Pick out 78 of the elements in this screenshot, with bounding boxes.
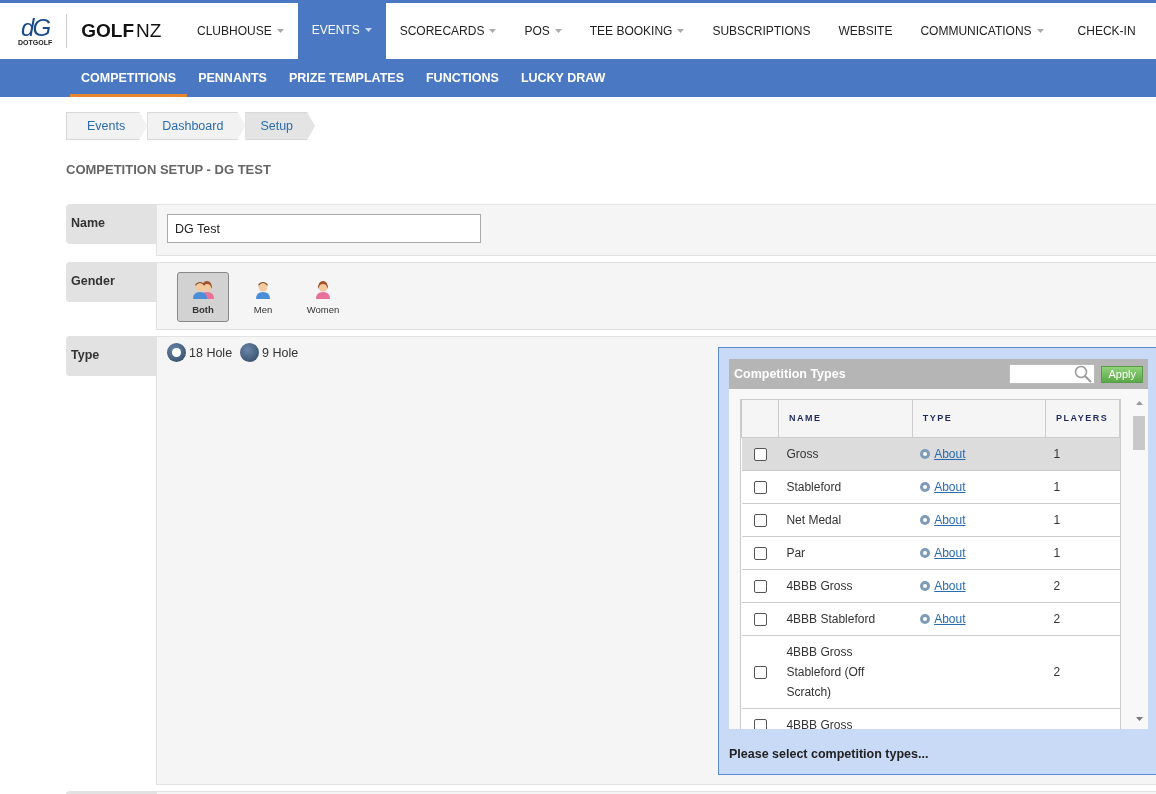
checkbox[interactable]	[753, 480, 767, 494]
table-cell: 4BBB Stableford	[786, 611, 876, 626]
table-cell: Net Medal	[786, 512, 842, 527]
about-link[interactable]: About	[934, 446, 966, 461]
nav-tab[interactable]: CLUBHOUSE	[183, 3, 298, 59]
caret-icon	[489, 29, 497, 33]
nav-tab[interactable]: COMMUNICATIONS	[906, 3, 1058, 59]
help-icon	[920, 613, 931, 624]
nav-tab[interactable]: EVENTS	[297, 0, 386, 59]
gender-option[interactable]: Women	[297, 272, 349, 322]
nav-tab[interactable]: POS	[510, 3, 576, 59]
column-header: TYPE	[912, 400, 1046, 437]
subnav-tab[interactable]: PRIZE TEMPLATES	[277, 59, 415, 97]
table-cell: 1	[1053, 479, 1061, 494]
about-link[interactable]: About	[934, 512, 966, 527]
nav-tab[interactable]: TEE BOOKING	[575, 3, 699, 59]
breadcrumb-link[interactable]: Events	[66, 112, 148, 140]
couple-icon	[192, 279, 214, 300]
search-icon	[1074, 365, 1093, 383]
caret-icon	[677, 29, 685, 33]
subnav-tab[interactable]: PENNANTS	[187, 59, 278, 97]
column-header: PLAYERS	[1045, 400, 1120, 437]
subnav-tab[interactable]: COMPETITIONS	[70, 59, 188, 97]
help-icon	[920, 514, 931, 525]
table-cell: 2	[1053, 664, 1061, 679]
hint-text: Please select competition types...	[729, 746, 930, 761]
caret-icon	[554, 29, 562, 33]
table-cell: 2	[1053, 611, 1061, 626]
panel-title: Competition Types	[734, 367, 847, 381]
checkbox[interactable]	[753, 579, 767, 593]
table-cell: 1	[1053, 446, 1061, 461]
subnav-tab[interactable]: FUNCTIONS	[415, 59, 510, 97]
caret-icon	[276, 29, 284, 33]
subnav-tab[interactable]: LUCKY DRAW	[509, 59, 617, 97]
checkbox[interactable]	[753, 513, 767, 527]
field-label: Type	[66, 336, 156, 376]
table-cell: 4BBB Gross Stableford (Off Scratch)	[786, 644, 865, 699]
table-cell: 1	[1053, 545, 1061, 560]
caret-icon	[1036, 29, 1044, 33]
nav-tab[interactable]: WEBSITE	[824, 3, 907, 59]
breadcrumb-link[interactable]: Dashboard	[147, 112, 246, 140]
search-field[interactable]	[1009, 364, 1096, 384]
checkbox[interactable]	[753, 612, 767, 626]
radio-option[interactable]: 18 Hole	[167, 343, 233, 362]
help-icon	[920, 547, 931, 558]
gender-option[interactable]: Men	[237, 272, 289, 322]
caret-icon	[364, 27, 372, 32]
checkbox[interactable]	[753, 718, 767, 729]
about-link[interactable]: About	[934, 578, 966, 593]
name-field[interactable]: DG Test	[167, 214, 481, 243]
about-link[interactable]: About	[934, 545, 966, 560]
help-icon	[920, 481, 931, 492]
checkbox[interactable]	[753, 447, 767, 461]
about-link[interactable]: About	[934, 479, 966, 494]
breadcrumb-link[interactable]: Setup	[245, 112, 316, 140]
checkbox[interactable]	[753, 665, 767, 679]
table-cell: Gross	[786, 446, 819, 461]
scrollbar-thumb[interactable]	[1133, 416, 1145, 450]
table-cell: 4BBB Gross	[786, 717, 853, 729]
nav-tab[interactable]: SUBSCRIPTIONS	[698, 3, 825, 59]
help-icon	[920, 580, 931, 591]
help-icon	[920, 448, 931, 459]
table-cell: 2	[1053, 578, 1061, 593]
radio-option[interactable]: 9 Hole	[240, 343, 299, 362]
checkbox[interactable]	[753, 546, 767, 560]
table-cell: 1	[1053, 512, 1061, 527]
gender-option[interactable]: Both	[177, 272, 229, 322]
table-cell: 4BBB Gross	[786, 578, 853, 593]
nav-tab[interactable]: SCORECARDS	[385, 3, 511, 59]
about-link[interactable]: About	[934, 611, 966, 626]
golfnz-logo: GOLFNZ	[81, 20, 162, 42]
page-title: COMPETITION SETUP - DG TEST	[66, 162, 272, 177]
field-label: Name	[66, 204, 156, 244]
nav-tab[interactable]: CHECK-IN	[1057, 3, 1156, 59]
column-header: NAME	[778, 400, 913, 437]
table-cell: Stableford	[786, 479, 842, 494]
table-cell: Par	[786, 545, 806, 560]
field-label: Gender	[66, 262, 156, 302]
